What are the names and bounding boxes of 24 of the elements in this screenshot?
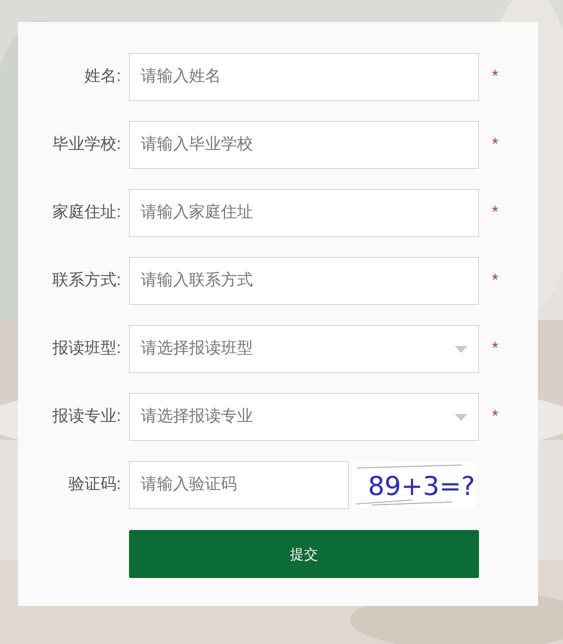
required-asterisk: *: [492, 203, 498, 223]
field-label: 毕业学校:: [52, 134, 122, 155]
input-field[interactable]: 请输入毕业学校: [129, 121, 479, 169]
required-asterisk: *: [492, 135, 498, 155]
required-asterisk: *: [492, 67, 498, 87]
select-field[interactable]: 请选择报读班型: [129, 325, 479, 373]
caret-icon: [455, 346, 467, 352]
field-label: 姓名:: [84, 67, 122, 87]
input-field[interactable]: 请输入家庭住址: [129, 189, 479, 237]
required-asterisk: *: [492, 271, 498, 291]
field-label: 报读专业:: [52, 406, 122, 427]
field-label: 验证码:: [68, 475, 122, 495]
input-field[interactable]: 请输入姓名: [129, 53, 479, 101]
required-asterisk: *: [492, 339, 498, 359]
input-field[interactable]: 请输入联系方式: [129, 257, 479, 305]
field-label: 报读班型:: [52, 338, 122, 359]
input-field[interactable]: 请输入验证码: [129, 461, 349, 509]
required-asterisk: *: [492, 407, 498, 427]
submit-button[interactable]: 提交: [129, 530, 479, 578]
caret-icon: [455, 414, 467, 420]
field-label: 家庭住址:: [52, 202, 122, 223]
field-label: 联系方式:: [52, 270, 122, 291]
select-field[interactable]: 请选择报读专业: [129, 393, 479, 441]
captcha-image[interactable]: 89+3=?: [352, 462, 474, 508]
